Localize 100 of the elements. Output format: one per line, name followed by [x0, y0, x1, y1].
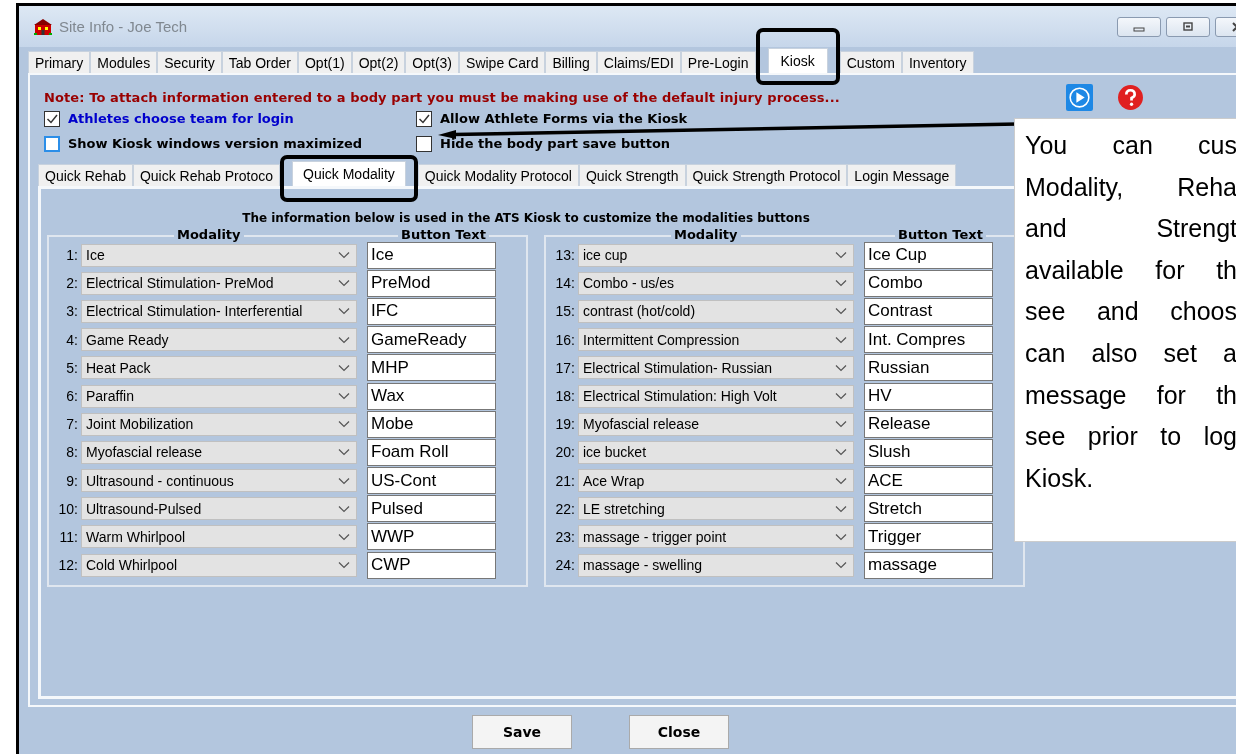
note-text: Note: To attach information entered to a body part you must be making use of the default injury process...	[44, 89, 840, 105]
tab[interactable]: Quick Rehab Protoco	[132, 164, 280, 186]
tab[interactable]: Opt(2)	[351, 51, 406, 73]
tab[interactable]: Opt(3)	[405, 51, 460, 73]
tab[interactable]: Custom	[839, 51, 902, 73]
tab[interactable]: Pre-Login	[680, 51, 756, 73]
modality-dropdown[interactable]: Ultrasound-Pulsed	[81, 497, 357, 521]
modality-dropdown[interactable]: Paraffin	[81, 384, 357, 408]
modality-dropdown[interactable]: Combo - us/es	[578, 271, 854, 295]
tab[interactable]: Quick Strength Protocol	[685, 164, 848, 186]
modality-dropdown[interactable]: Electrical Stimulation- Interferential	[81, 299, 357, 323]
help-icon[interactable]	[1116, 83, 1144, 111]
button-text-field[interactable]: Pulsed	[367, 495, 496, 523]
tab[interactable]: Claims/EDI	[596, 51, 681, 73]
modality-dropdown[interactable]: ice cup	[578, 243, 854, 267]
button-text-field[interactable]: PreMod	[367, 269, 496, 297]
checkbox[interactable]	[44, 135, 60, 152]
button-text-field[interactable]: Foam Roll	[367, 438, 496, 466]
modality-dropdown[interactable]: Game Ready	[81, 328, 357, 352]
row-number: 22:	[554, 500, 576, 517]
tab[interactable]: Security	[157, 51, 222, 73]
row-number: 11:	[58, 528, 79, 545]
checkbox[interactable]	[44, 110, 60, 127]
button-text-field[interactable]: US-Cont	[367, 467, 496, 495]
button-text-field[interactable]: MHP	[367, 354, 496, 382]
chevron-down-icon	[338, 392, 350, 401]
modality-dropdown[interactable]: Ultrasound - continuous	[81, 469, 357, 493]
modality-dropdown[interactable]: LE stretching	[578, 497, 854, 521]
modality-dropdown[interactable]: Electrical Stimulation: High Volt	[578, 384, 854, 408]
dialog-button[interactable]: Close	[629, 715, 729, 749]
button-text-field[interactable]: Trigger	[864, 523, 993, 551]
modality-dropdown[interactable]: Ace Wrap	[578, 469, 854, 493]
modality-dropdown[interactable]: massage - trigger point	[578, 525, 854, 549]
button-text-field[interactable]: ACE	[864, 467, 993, 495]
modality-dropdown[interactable]: Electrical Stimulation- PreMod	[81, 271, 357, 295]
button-text-field[interactable]: HV	[864, 382, 993, 410]
tab[interactable]: Quick Strength	[578, 164, 686, 186]
button-text-field[interactable]: massage	[864, 551, 993, 579]
tab[interactable]: Modules	[90, 51, 158, 73]
dialog-button[interactable]: Save	[472, 715, 572, 749]
row-number: 21:	[554, 472, 576, 489]
tab[interactable]: Primary	[28, 51, 91, 73]
column-header: Button Text	[398, 227, 489, 242]
modality-dropdown[interactable]: Cold Whirlpool	[81, 553, 357, 577]
tab[interactable]: Kiosk	[767, 48, 828, 73]
button-text-field[interactable]: WWP	[367, 523, 496, 551]
button-text-field[interactable]: GameReady	[367, 326, 496, 354]
chevron-down-icon	[835, 448, 847, 457]
modality-dropdown[interactable]: Heat Pack	[81, 356, 357, 380]
chevron-down-icon	[835, 363, 847, 372]
tab[interactable]: Inventory	[901, 51, 974, 73]
chevron-down-icon	[338, 476, 350, 485]
minimize-button[interactable]	[1117, 16, 1161, 37]
button-text-field[interactable]: Slush	[864, 438, 993, 466]
row-number: 6:	[65, 388, 79, 405]
checkbox[interactable]	[416, 110, 432, 127]
row-number: 19:	[554, 416, 576, 433]
chevron-down-icon	[338, 532, 350, 541]
row-number: 14:	[554, 275, 576, 292]
row-number: 16:	[554, 331, 576, 348]
modality-dropdown[interactable]: Myofascial release	[578, 412, 854, 436]
button-text-field[interactable]: Contrast	[864, 297, 993, 325]
button-text-field[interactable]: Combo	[864, 269, 993, 297]
button-text-field[interactable]: Russian	[864, 354, 993, 382]
button-text-field[interactable]: Ice Cup	[864, 241, 993, 269]
button-text-field[interactable]: Wax	[367, 382, 496, 410]
tab[interactable]: Tab Order	[221, 51, 298, 73]
button-text-field[interactable]: Stretch	[864, 495, 993, 523]
tab[interactable]: Opt(1)	[298, 51, 352, 73]
button-text-field[interactable]: Release	[864, 410, 993, 438]
modality-dropdown[interactable]: massage - swelling	[578, 553, 854, 577]
button-text-field[interactable]: CWP	[367, 551, 496, 579]
modality-dropdown[interactable]: Electrical Stimulation- Russian	[578, 356, 854, 380]
button-text-field[interactable]: Ice	[367, 241, 496, 269]
tab[interactable]: Login Message	[847, 164, 957, 186]
tab[interactable]: Billing	[545, 51, 597, 73]
tab[interactable]: Quick Modality	[292, 161, 406, 186]
checkbox-label: Allow Athlete Forms via the Kiosk	[440, 111, 688, 126]
tab[interactable]: Quick Rehab	[38, 164, 133, 186]
checkbox[interactable]	[416, 135, 432, 152]
chevron-down-icon	[835, 392, 847, 401]
modality-dropdown[interactable]: ice bucket	[578, 440, 854, 464]
checkbox-label: Hide the body part save button	[440, 136, 671, 151]
button-text-field[interactable]: Int. Compres	[864, 326, 993, 354]
play-icon[interactable]	[1065, 83, 1093, 111]
tab[interactable]: Quick Modality Protocol	[417, 164, 579, 186]
modality-dropdown[interactable]: Joint Mobilization	[81, 412, 357, 436]
button-text-field[interactable]: IFC	[367, 297, 496, 325]
modality-dropdown[interactable]: Myofascial release	[81, 440, 357, 464]
restore-button[interactable]	[1166, 16, 1210, 37]
modality-dropdown[interactable]: Intermittent Compression	[578, 328, 854, 352]
modality-dropdown[interactable]: Warm Whirlpool	[81, 525, 357, 549]
modality-dropdown[interactable]: contrast (hot/cold)	[578, 299, 854, 323]
chevron-down-icon	[835, 307, 847, 316]
column-header: Modality	[174, 227, 244, 242]
button-text-field[interactable]: Mobe	[367, 410, 496, 438]
row-number: 8:	[65, 444, 79, 461]
tab[interactable]: Swipe Card	[459, 51, 546, 73]
chevron-down-icon	[835, 476, 847, 485]
modality-dropdown[interactable]: Ice	[81, 243, 357, 267]
